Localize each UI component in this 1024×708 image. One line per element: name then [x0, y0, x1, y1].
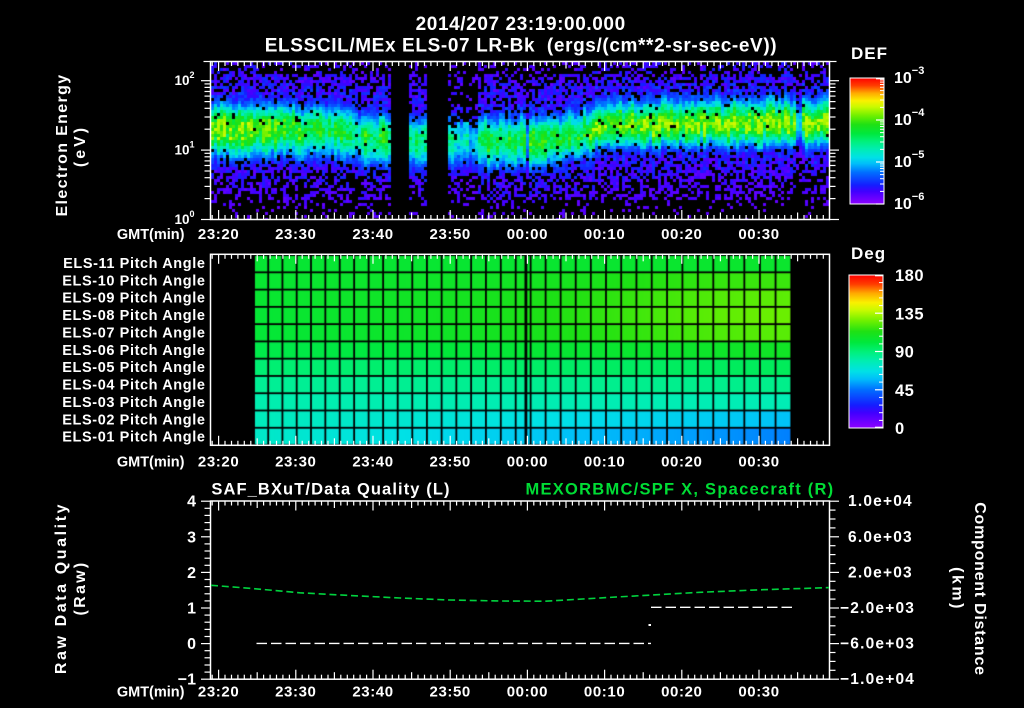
- svg-text:10−4: 10−4: [894, 107, 925, 129]
- svg-text:MEXORBMC/SPF X, Spacecraft (R): MEXORBMC/SPF X, Spacecraft (R): [526, 481, 835, 499]
- svg-text:23:20: 23:20: [198, 453, 239, 470]
- svg-text:23:50: 23:50: [430, 453, 471, 470]
- svg-text:(km): (km): [949, 567, 966, 611]
- svg-text:−2.0e+03: −2.0e+03: [840, 600, 915, 617]
- svg-text:ELS-10 Pitch Angle: ELS-10 Pitch Angle: [62, 273, 205, 289]
- svg-text:ELS-08 Pitch Angle: ELS-08 Pitch Angle: [62, 308, 205, 324]
- svg-text:Raw Data Quality: Raw Data Quality: [53, 502, 70, 674]
- svg-text:00:00: 00:00: [507, 226, 548, 243]
- svg-text:23:30: 23:30: [275, 226, 316, 243]
- svg-text:(eV): (eV): [72, 125, 89, 167]
- svg-text:0: 0: [895, 420, 905, 438]
- svg-text:ELS-05 Pitch Angle: ELS-05 Pitch Angle: [62, 360, 205, 376]
- svg-text:101: 101: [174, 140, 194, 158]
- svg-text:ELS-09 Pitch Angle: ELS-09 Pitch Angle: [62, 291, 205, 307]
- svg-text:6.0e+03: 6.0e+03: [848, 529, 913, 546]
- svg-text:SAF_BXuT/Data Quality (L): SAF_BXuT/Data Quality (L): [211, 481, 450, 499]
- svg-text:23:50: 23:50: [430, 226, 471, 243]
- svg-text:135: 135: [895, 305, 924, 323]
- svg-text:10−3: 10−3: [894, 65, 924, 87]
- svg-text:23:30: 23:30: [275, 684, 316, 701]
- svg-text:45: 45: [895, 382, 914, 400]
- svg-text:GMT(min): GMT(min): [117, 227, 185, 243]
- svg-text:0: 0: [187, 636, 196, 653]
- svg-text:00:10: 00:10: [584, 453, 625, 470]
- svg-text:ELS-04 Pitch Angle: ELS-04 Pitch Angle: [62, 378, 205, 394]
- svg-text:00:30: 00:30: [738, 226, 779, 243]
- svg-text:00:00: 00:00: [507, 684, 548, 701]
- svg-text:Component Distance: Component Distance: [971, 502, 988, 676]
- svg-text:23:30: 23:30: [275, 453, 316, 470]
- svg-text:ELS-03 Pitch Angle: ELS-03 Pitch Angle: [62, 395, 205, 411]
- svg-text:ELS-11 Pitch Angle: ELS-11 Pitch Angle: [63, 256, 205, 272]
- svg-text:00:20: 00:20: [661, 684, 702, 701]
- svg-text:00:10: 00:10: [584, 226, 625, 243]
- svg-text:1: 1: [187, 601, 196, 618]
- svg-text:ELS-06 Pitch Angle: ELS-06 Pitch Angle: [62, 343, 205, 359]
- svg-text:2: 2: [187, 565, 196, 582]
- svg-text:2.0e+03: 2.0e+03: [848, 564, 913, 581]
- svg-text:23:50: 23:50: [430, 684, 471, 701]
- svg-text:10−5: 10−5: [894, 149, 924, 171]
- svg-text:Electron Energy: Electron Energy: [54, 74, 71, 217]
- svg-text:ELSSCIL/MEx ELS-07 LR-Bk (erg: ELSSCIL/MEx ELS-07 LR-Bk (ergs/(cm**2-sr…: [265, 36, 777, 57]
- svg-text:GMT(min): GMT(min): [117, 685, 185, 701]
- svg-text:(Raw): (Raw): [72, 560, 89, 615]
- svg-text:DEF: DEF: [851, 44, 888, 63]
- svg-text:−6.0e+03: −6.0e+03: [840, 636, 915, 653]
- svg-text:00:20: 00:20: [661, 453, 702, 470]
- svg-text:23:20: 23:20: [198, 684, 239, 701]
- svg-text:23:40: 23:40: [352, 453, 393, 470]
- svg-text:−1: −1: [178, 672, 196, 689]
- svg-text:00:10: 00:10: [584, 684, 625, 701]
- svg-text:23:20: 23:20: [198, 226, 239, 243]
- svg-text:1.0e+04: 1.0e+04: [848, 493, 913, 510]
- svg-text:GMT(min): GMT(min): [117, 454, 185, 470]
- svg-text:00:00: 00:00: [507, 453, 548, 470]
- svg-text:ELS-01 Pitch Angle: ELS-01 Pitch Angle: [62, 430, 205, 446]
- svg-text:100: 100: [174, 209, 194, 227]
- svg-text:102: 102: [174, 70, 194, 88]
- svg-text:ELS-07 Pitch Angle: ELS-07 Pitch Angle: [62, 325, 205, 341]
- svg-text:ELS-02 Pitch Angle: ELS-02 Pitch Angle: [62, 412, 205, 428]
- svg-text:3: 3: [187, 529, 196, 546]
- svg-text:180: 180: [895, 267, 924, 285]
- svg-text:23:40: 23:40: [352, 684, 393, 701]
- svg-text:−1.0e+04: −1.0e+04: [840, 671, 915, 688]
- svg-text:00:20: 00:20: [661, 226, 702, 243]
- svg-text:Deg: Deg: [851, 244, 886, 263]
- svg-text:10−6: 10−6: [894, 191, 924, 213]
- svg-text:23:40: 23:40: [352, 226, 393, 243]
- svg-text:2014/207 23:19:00.000: 2014/207 23:19:00.000: [416, 14, 626, 35]
- svg-text:00:30: 00:30: [738, 453, 779, 470]
- svg-text:00:30: 00:30: [738, 684, 779, 701]
- svg-text:4: 4: [187, 494, 196, 511]
- svg-text:90: 90: [895, 344, 914, 362]
